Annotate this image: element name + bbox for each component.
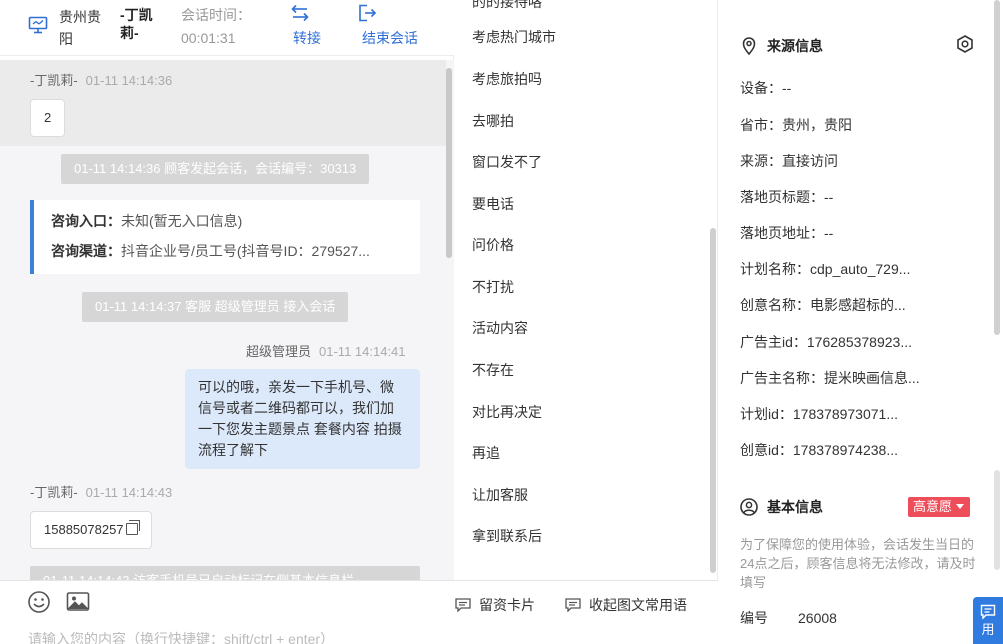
field-creative-id: 创意id：178378974238... — [740, 442, 898, 458]
lead-card-button[interactable]: 留资卡片 — [455, 595, 535, 615]
quick-phrase-item[interactable]: 不存在 — [472, 360, 514, 380]
consult-channel-value: 抖音企业号/员工号(抖音号ID：279527... — [121, 243, 370, 259]
chat-header: 贵州贵阳 -丁凯莉- 会话时间： 00:01:31 转接 结束会话 — [0, 0, 454, 56]
message-card-icon — [455, 597, 471, 613]
message-meta: 超级管理员 01-11 14:14:41 — [246, 342, 406, 362]
intent-level-dropdown[interactable]: 高意愿 — [908, 497, 971, 517]
info-scrollbar[interactable] — [994, 0, 1000, 335]
customer-number-label: 编号 — [740, 610, 768, 626]
transfer-icon — [290, 4, 324, 24]
message-sender: -丁凯莉- — [30, 485, 78, 500]
quick-phrase-item[interactable]: 对比再决定 — [472, 402, 542, 422]
quick-phrase-item[interactable]: 活动内容 — [472, 318, 528, 338]
floating-service-button[interactable]: 用 — [973, 597, 1003, 644]
consult-channel-label: 咨询渠道： — [51, 243, 121, 259]
consult-info-card: 咨询入口：未知(暂无入口信息) 咨询渠道：抖音企业号/员工号(抖音号ID：279… — [30, 200, 420, 274]
quick-phrase-item[interactable]: 要电话 — [472, 194, 514, 214]
caret-down-icon — [956, 504, 965, 509]
info-scrollbar-lower[interactable] — [994, 470, 1000, 570]
field-advertiser-name: 广告主名称：提米映画信息... — [740, 370, 920, 386]
system-notice: 01-11 14:14:36 顾客发起会话，会话编号：30313 — [61, 154, 370, 184]
chat-panel: 贵州贵阳 -丁凯莉- 会话时间： 00:01:31 转接 结束会话 -丁凯莉- 0… — [0, 0, 454, 644]
quick-phrase-item[interactable]: 再追 — [472, 443, 500, 463]
customer-number-value: 26008 — [798, 610, 837, 626]
collapse-phrases-button[interactable]: 收起图文常用语 — [565, 595, 687, 615]
image-icon[interactable] — [66, 590, 90, 614]
field-landing-url: 落地页地址：-- — [740, 225, 834, 241]
message-time: 01-11 14:14:41 — [319, 344, 406, 359]
session-time-value: 00:01:31 — [181, 30, 236, 46]
quick-phrase-item[interactable]: 窗口发不了 — [472, 152, 542, 172]
message-list: -丁凯莉- 01-11 14:14:36 2 01-11 14:14:36 顾客发… — [0, 60, 454, 580]
consult-channel-row: 咨询渠道：抖音企业号/员工号(抖音号ID：279527... — [51, 236, 411, 266]
quick-phrase-item[interactable]: 问价格 — [472, 235, 514, 255]
consult-entry-label: 咨询入口： — [51, 213, 121, 229]
transfer-label: 转接 — [293, 30, 321, 46]
message-sender: -丁凯莉- — [30, 73, 78, 88]
message-sender: 超级管理员 — [246, 344, 312, 359]
settings-icon[interactable] — [955, 34, 975, 54]
field-landing-title: 落地页标题：-- — [740, 189, 834, 205]
message-time: 01-11 14:14:36 — [85, 73, 173, 88]
end-session-label: 结束会话 — [362, 30, 418, 46]
chat-scrollbar[interactable] — [446, 68, 452, 258]
message-input[interactable] — [28, 631, 448, 644]
system-notice: 01-11 14:14:37 客服 超级管理员 接入会话 — [82, 292, 349, 322]
field-source: 来源：直接访问 — [740, 153, 838, 169]
copy-icon[interactable] — [125, 520, 140, 535]
field-plan-id: 计划id：178378973071... — [740, 406, 898, 422]
field-creative-name: 创意名称：电影感超标的... — [740, 297, 906, 313]
field-plan-name: 计划名称：cdp_auto_729... — [740, 261, 911, 277]
message-meta: -丁凯莉- 01-11 14:14:36 — [30, 71, 172, 91]
agent-message-bubble: 可以的哦，亲发一下手机号、微信号或者二维码都可以，我们加一下您发主题景点 套餐内… — [185, 369, 420, 469]
consult-entry-value: 未知(暂无入口信息) — [121, 213, 243, 229]
field-province: 省市：贵州，贵阳 — [740, 117, 852, 133]
location-pin-icon — [740, 37, 758, 56]
customer-info-panel: 来源信息 设备：-- 省市：贵州，贵阳 来源：直接访问 落地页标题：-- 落地页… — [718, 0, 1003, 644]
message-list-icon — [565, 597, 581, 613]
quick-phrase-item[interactable]: 考虑热门城市 — [472, 27, 556, 47]
field-advertiser-id: 广告主id：176285378923... — [740, 334, 912, 350]
customer-message-bubble: 15885078257 — [30, 511, 152, 549]
system-notice: 01-11 14:14:43 访客手机号已自动标记在侧基本信息栏 — [30, 566, 420, 580]
quick-phrase-item[interactable]: 的的接待咯 — [472, 0, 542, 12]
phrase-scrollbar[interactable] — [710, 228, 716, 573]
customer-message-bubble: 2 — [30, 99, 66, 137]
customer-name: -丁凯莉- — [120, 7, 153, 41]
quick-phrase-item[interactable]: 去哪拍 — [472, 111, 514, 131]
user-circle-icon — [740, 498, 758, 516]
quick-phrase-item[interactable]: 让加客服 — [472, 485, 528, 505]
source-info-title: 来源信息 — [740, 36, 823, 56]
message-composer: 留资卡片 收起图文常用语 — [0, 580, 718, 644]
lead-card-label: 留资卡片 — [479, 597, 535, 613]
edit-deadline-notice: 为了保障您的使用体验，会话发生当日的24点之后，顾客信息将无法修改，请及时填写 — [740, 537, 976, 590]
consult-entry-row: 咨询入口：未知(暂无入口信息) — [51, 206, 411, 236]
exit-icon — [358, 4, 422, 24]
phone-number-text: 15885078257 — [44, 522, 124, 537]
message-time: 01-11 14:14:43 — [85, 485, 173, 500]
collapse-phrases-label: 收起图文常用语 — [589, 597, 687, 613]
basic-info-title: 基本信息 — [740, 497, 823, 517]
field-device: 设备：-- — [740, 80, 792, 96]
chat-bubble-icon — [980, 604, 996, 620]
intent-level-label: 高意愿 — [913, 499, 953, 514]
quick-phrase-item[interactable]: 考虑旅拍吗 — [472, 69, 542, 89]
emoji-icon[interactable] — [27, 590, 51, 614]
monitor-icon — [28, 15, 48, 35]
message-meta: -丁凯莉- 01-11 14:14:43 — [30, 483, 172, 503]
transfer-button[interactable]: 转接 — [290, 4, 324, 48]
quick-phrase-list: 的的接待咯 考虑热门城市 考虑旅拍吗 去哪拍 窗口发不了 要电话 问价格 不打扰… — [454, 0, 718, 580]
customer-location: 贵州贵阳 — [59, 9, 101, 47]
end-session-button[interactable]: 结束会话 — [358, 4, 422, 48]
quick-phrase-item[interactable]: 拿到联系后 — [472, 526, 542, 546]
session-time-label: 会话时间： — [181, 7, 251, 23]
floating-service-label: 用 — [981, 622, 995, 637]
quick-phrase-item[interactable]: 不打扰 — [472, 277, 514, 297]
